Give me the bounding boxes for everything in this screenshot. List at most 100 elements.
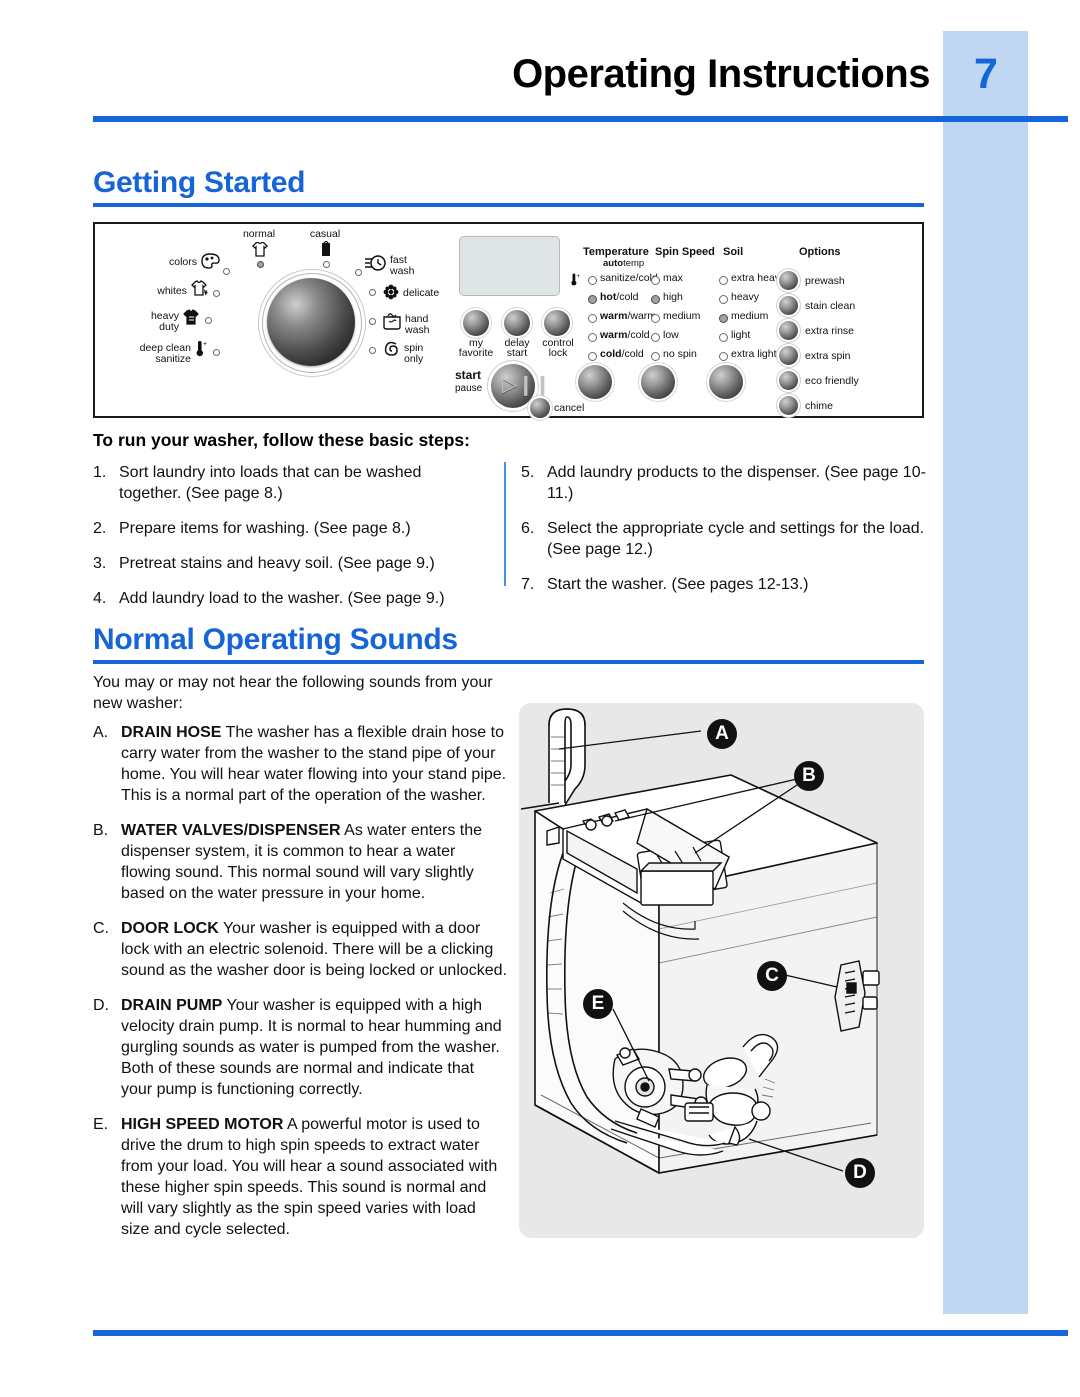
list-item: C. DOOR LOCK Your washer is equipped wit… <box>93 918 508 981</box>
item-letter: B. <box>93 822 109 839</box>
temp-led-sanitize-cold <box>588 276 597 285</box>
soil-led-medium <box>719 314 728 323</box>
spin-option-medium[interactable]: medium <box>663 310 700 322</box>
step-item: 3. Pretreat stains and heavy soil. (See … <box>93 553 483 574</box>
spin-led-medium <box>651 314 660 323</box>
item-letter: A. <box>93 724 109 741</box>
label-extra-spin: extra spin <box>805 350 851 362</box>
spin-option-max[interactable]: max <box>663 272 683 284</box>
column-title-soil: Soil <box>723 246 744 258</box>
callout-b: B <box>794 761 824 791</box>
button-eco-friendly[interactable] <box>779 371 798 390</box>
button-stain-clean[interactable] <box>779 296 798 315</box>
page-number-band <box>943 31 1028 1314</box>
cycle-label-sanitize: sanitize <box>155 353 191 365</box>
button-extra-rinse[interactable] <box>779 321 798 340</box>
lcd-display <box>459 236 560 296</box>
button-extra-spin[interactable] <box>779 346 798 365</box>
step-number: 7. <box>521 576 535 593</box>
button-prewash[interactable] <box>779 271 798 290</box>
list-item: A. DRAIN HOSE The washer has a flexible … <box>93 722 508 806</box>
temp-option-sanitize-cold[interactable]: sanitize/cold <box>600 272 658 284</box>
step-item: 2. Prepare items for washing. (See page … <box>93 518 483 539</box>
spin-option-low[interactable]: low <box>663 329 679 341</box>
spin-led-no-spin <box>651 352 660 361</box>
callout-e: E <box>583 989 613 1019</box>
spin-led-low <box>651 333 660 342</box>
cycle-label-hand-wash-2: wash <box>405 324 430 336</box>
step-text: Select the appropriate cycle and setting… <box>547 520 925 558</box>
item-letter: C. <box>93 920 109 937</box>
step-text: Sort laundry into loads that can be wash… <box>119 464 422 502</box>
temp-option-cold-cold[interactable]: cold/cold <box>600 348 644 360</box>
soil-option-extra-light[interactable]: extra light <box>731 348 777 360</box>
label-eco-friendly: eco friendly <box>805 375 859 387</box>
label-pause: pause <box>455 383 483 394</box>
item-term: WATER VALVES/DISPENSER <box>121 822 341 839</box>
temp-option-warm-warm[interactable]: warm/warm <box>600 310 656 322</box>
step-item: 4. Add laundry load to the washer. (See … <box>93 588 483 609</box>
step-text: Pretreat stains and heavy soil. (See pag… <box>119 555 435 572</box>
step-number: 4. <box>93 590 107 607</box>
header-rule <box>93 116 1068 122</box>
button-spin-speed-select[interactable] <box>641 365 675 399</box>
soil-option-light[interactable]: light <box>731 329 750 341</box>
label-chime: chime <box>805 400 834 412</box>
step-text: Prepare items for washing. (See page 8.) <box>119 520 411 537</box>
temp-option-hot-cold[interactable]: hot/cold <box>600 291 639 303</box>
callout-d: D <box>845 1158 875 1188</box>
cycle-label-casual: casual <box>309 228 341 240</box>
cycle-label-delicate: delicate <box>403 287 440 299</box>
normal-sounds-intro: You may or may not hear the following so… <box>93 674 493 712</box>
button-soil-select[interactable] <box>709 365 743 399</box>
callout-a: A <box>707 719 737 749</box>
item-letter: D. <box>93 997 109 1014</box>
step-number: 5. <box>521 464 535 481</box>
list-item: D. DRAIN PUMP Your washer is equipped wi… <box>93 995 508 1100</box>
button-chime[interactable] <box>779 396 798 415</box>
cycle-led-heavy-duty <box>205 317 212 324</box>
cycle-selector-dial[interactable] <box>267 278 355 366</box>
item-term: DOOR LOCK <box>121 920 219 937</box>
soil-led-extra-heavy <box>719 276 728 285</box>
temp-option-warm-cold[interactable]: warm/cold <box>600 329 650 341</box>
section-heading-getting-started: Getting Started <box>93 166 306 199</box>
step-number: 3. <box>93 555 107 572</box>
step-item: 7. Start the washer. (See pages 12-13.) <box>521 574 931 595</box>
section-rule-normal-sounds <box>93 660 924 664</box>
heavy-duty-shirt-icon <box>183 309 199 325</box>
button-my-favorite[interactable] <box>463 310 489 336</box>
cycle-led-spin-only <box>369 347 376 354</box>
cycle-led-deep-clean <box>213 349 220 356</box>
soil-led-extra-light <box>719 352 728 361</box>
temp-led-warm-cold <box>588 333 597 342</box>
cycle-label-spin-only-2: only <box>404 353 424 365</box>
cycle-led-whites <box>213 290 220 297</box>
temp-led-hot-cold <box>588 295 597 304</box>
step-number: 1. <box>93 464 107 481</box>
column-title-temperature: Temperature <box>583 246 649 258</box>
item-term: DRAIN HOSE <box>121 724 222 741</box>
item-term: DRAIN PUMP <box>121 997 223 1014</box>
button-delay-start[interactable] <box>504 310 530 336</box>
cycle-led-colors <box>223 268 230 275</box>
colors-palette-icon <box>201 253 220 269</box>
button-control-lock[interactable] <box>544 310 570 336</box>
footer-rule <box>93 1330 1068 1336</box>
step-number: 6. <box>521 520 535 537</box>
cycle-label-whites: whites <box>157 285 187 297</box>
soil-option-heavy[interactable]: heavy <box>731 291 759 303</box>
steps-column-right: 5. Add laundry products to the dispenser… <box>521 462 931 609</box>
normal-sounds-list: A. DRAIN HOSE The washer has a flexible … <box>93 722 508 1254</box>
soil-option-medium[interactable]: medium <box>731 310 768 322</box>
callout-c: C <box>757 961 787 991</box>
button-cancel[interactable] <box>530 398 550 418</box>
label-stain-clean: stain clean <box>805 300 856 312</box>
step-number: 2. <box>93 520 107 537</box>
fast-wash-clock-icon <box>365 255 386 271</box>
button-temperature-select[interactable] <box>578 365 612 399</box>
spin-option-high[interactable]: high <box>663 291 683 303</box>
spin-option-no-spin[interactable]: no spin <box>663 348 697 360</box>
steps-column-left: 1. Sort laundry into loads that can be w… <box>93 462 483 623</box>
soil-option-extra-heavy[interactable]: extra heavy <box>731 272 785 284</box>
